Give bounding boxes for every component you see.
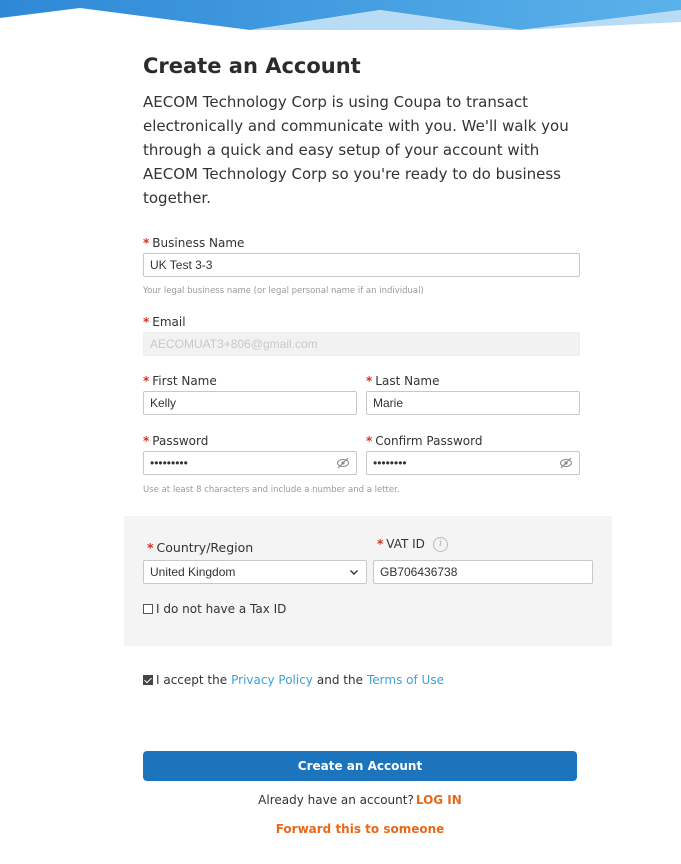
password-value: ••••••••• — [150, 456, 188, 470]
password-help: Use at least 8 characters and include a … — [143, 485, 400, 495]
country-label-text: Country/Region — [156, 540, 254, 555]
confirm-password-input[interactable]: •••••••• — [366, 451, 580, 475]
eye-slash-icon[interactable] — [336, 456, 350, 470]
first-name-input[interactable]: Kelly — [143, 391, 357, 415]
vat-id-input[interactable]: GB706436738 — [373, 560, 593, 584]
forward-link[interactable]: Forward this to someone — [0, 822, 681, 836]
no-tax-id-row[interactable]: I do not have a Tax ID — [143, 602, 286, 616]
vat-id-label: * VAT ID i — [377, 537, 448, 552]
login-link[interactable]: LOG IN — [416, 793, 462, 807]
checkbox-checked-icon[interactable] — [143, 675, 153, 685]
required-marker: * — [143, 374, 150, 388]
no-tax-id-label: I do not have a Tax ID — [156, 602, 287, 616]
create-account-button[interactable]: Create an Account — [143, 751, 577, 781]
accept-terms-row: I accept the Privacy Policy and the Term… — [143, 673, 448, 687]
required-marker: * — [366, 374, 373, 388]
required-marker: * — [147, 540, 154, 555]
no-tax-id-checkbox[interactable] — [143, 604, 153, 614]
last-name-label: * Last Name — [366, 374, 440, 388]
password-input[interactable]: ••••••••• — [143, 451, 357, 475]
required-marker: * — [143, 434, 150, 448]
country-select-value: United Kingdom — [150, 565, 236, 579]
login-prefix: Already have an account? — [258, 793, 414, 807]
email-label-text: Email — [152, 315, 186, 329]
confirm-password-value: •••••••• — [373, 456, 407, 470]
accept-middle: and the — [316, 673, 363, 687]
country-label: * Country/Region — [147, 540, 253, 555]
vat-id-label-text: VAT ID — [386, 537, 425, 551]
required-marker: * — [143, 315, 150, 329]
header-banner — [0, 0, 681, 30]
terms-of-use-link[interactable]: Terms of Use — [367, 673, 444, 687]
login-row: Already have an account? LOG IN — [0, 793, 681, 807]
business-name-help: Your legal business name (or legal perso… — [143, 286, 424, 296]
required-marker: * — [377, 537, 384, 551]
email-label: * Email — [143, 315, 186, 329]
last-name-label-text: Last Name — [375, 374, 440, 388]
last-name-input[interactable]: Marie — [366, 391, 580, 415]
required-marker: * — [143, 236, 150, 250]
eye-slash-icon[interactable] — [559, 456, 573, 470]
page-title: Create an Account — [143, 54, 361, 78]
password-label: * Password — [143, 434, 208, 448]
confirm-password-label-text: Confirm Password — [375, 434, 483, 448]
business-name-label-text: Business Name — [152, 236, 245, 250]
business-name-input[interactable]: UK Test 3-3 — [143, 253, 580, 277]
accept-prefix: I accept the — [156, 673, 228, 687]
intro-text: AECOM Technology Corp is using Coupa to … — [143, 93, 569, 207]
business-name-label: * Business Name — [143, 236, 244, 250]
password-label-text: Password — [152, 434, 209, 448]
confirm-password-label: * Confirm Password — [366, 434, 482, 448]
first-name-label: * First Name — [143, 374, 217, 388]
required-marker: * — [366, 434, 373, 448]
info-icon[interactable]: i — [432, 537, 448, 552]
first-name-label-text: First Name — [152, 374, 217, 388]
country-select[interactable]: United Kingdom — [143, 560, 367, 584]
chevron-down-icon — [350, 570, 358, 575]
privacy-policy-link[interactable]: Privacy Policy — [231, 673, 313, 687]
email-field: AECOMUAT3+806@gmail.com — [143, 332, 580, 356]
